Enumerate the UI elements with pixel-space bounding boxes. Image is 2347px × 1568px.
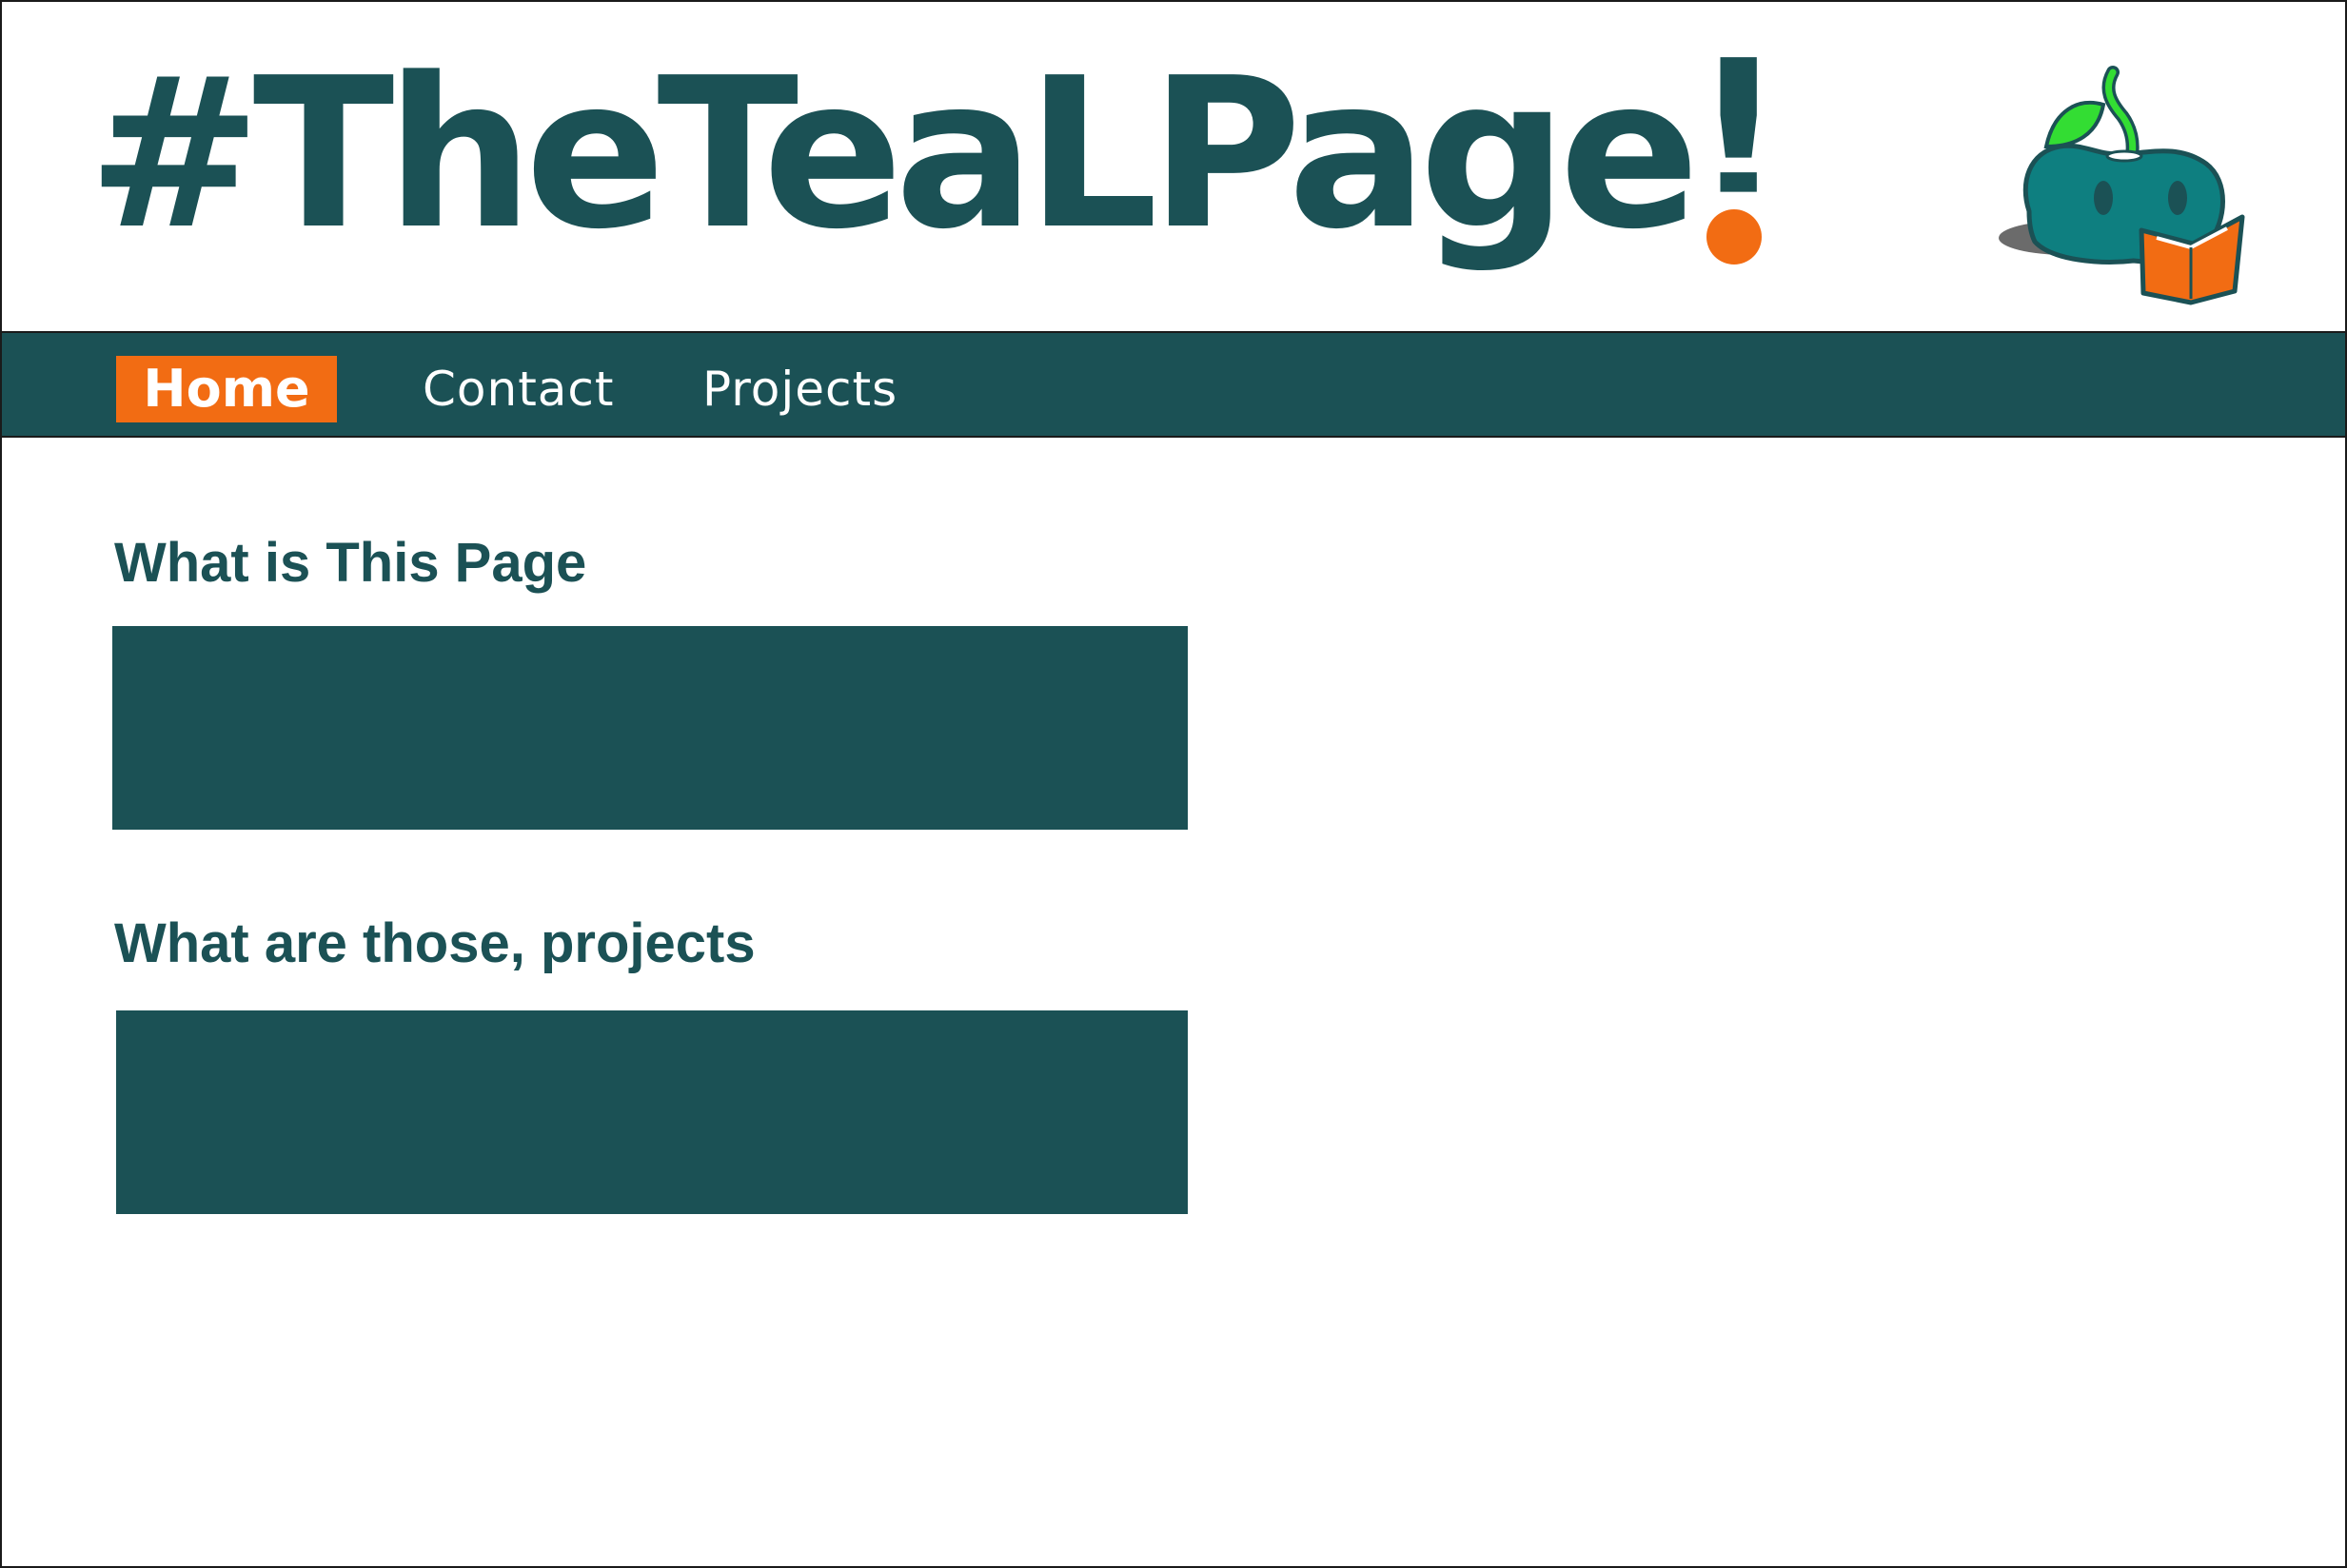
- section-heading-projects: What are those, projects: [114, 912, 756, 974]
- page: #TheTeaLPage!! Home Contact Projects: [0, 0, 2347, 1568]
- site-header: #TheTeaLPage!!: [2, 2, 2345, 331]
- main-nav: Home Contact Projects: [2, 331, 2345, 438]
- about-content-block: [112, 626, 1188, 830]
- site-title-text: #TheTeaLPage: [88, 34, 1700, 275]
- site-title[interactable]: #TheTeaLPage!!: [88, 34, 1777, 265]
- nav-projects-link[interactable]: Projects: [702, 356, 897, 422]
- exclamation-dot: [1706, 209, 1763, 265]
- section-heading-about: What is This Page: [114, 532, 587, 594]
- nav-home-link[interactable]: Home: [116, 356, 337, 422]
- nav-contact-link[interactable]: Contact: [423, 356, 615, 422]
- projects-content-block: [116, 1010, 1188, 1214]
- site-title-exclamation: !!: [1691, 34, 1777, 275]
- apple-reader-logo-icon[interactable]: [1991, 40, 2258, 316]
